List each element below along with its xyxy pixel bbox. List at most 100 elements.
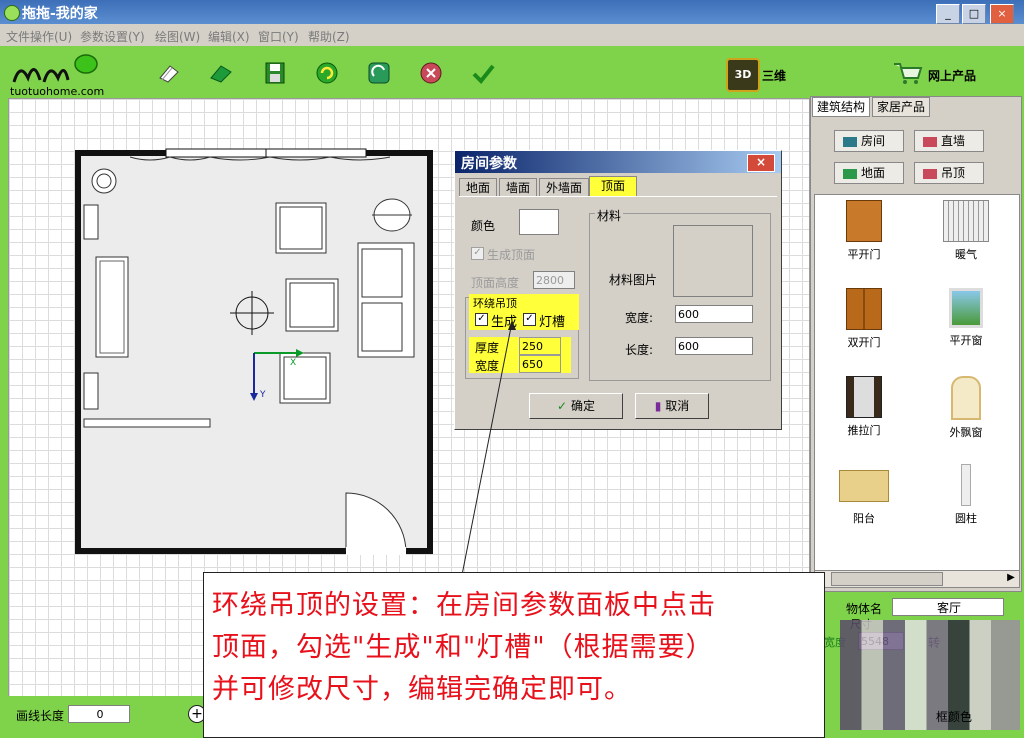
color-swatch[interactable] xyxy=(519,209,559,235)
save-icon[interactable] xyxy=(262,60,288,86)
three-d-label[interactable]: 三维 xyxy=(762,67,786,84)
dialog-title: 房间参数 xyxy=(461,156,517,172)
check-icon: ✓ xyxy=(557,399,568,413)
new-icon[interactable] xyxy=(156,60,182,86)
delete-icon[interactable] xyxy=(418,60,444,86)
tab-wall[interactable]: 墙面 xyxy=(499,178,537,197)
three-d-button[interactable]: 3D xyxy=(726,58,760,92)
window-icon xyxy=(949,288,983,328)
brand-site: tuotuohome.com xyxy=(10,85,105,98)
tab-exterior-wall[interactable]: 外墙面 xyxy=(539,178,589,197)
cancel-label: 取消 xyxy=(665,399,690,413)
material-width-label: 宽度: xyxy=(625,311,654,325)
catalog-item-bay-window[interactable]: 外飘窗 xyxy=(926,376,1006,440)
menu-file[interactable]: 文件操作(U) xyxy=(6,28,72,45)
app-icon xyxy=(4,5,20,21)
floor-label: 地面 xyxy=(861,166,886,180)
color-label: 颜色 xyxy=(471,219,496,233)
wall-icon xyxy=(923,136,937,147)
tab-floor[interactable]: 地面 xyxy=(459,178,497,197)
floor-button[interactable]: 地面 xyxy=(834,162,904,184)
tab-home-products[interactable]: 家居产品 xyxy=(872,97,930,117)
material-image[interactable] xyxy=(673,225,753,297)
line-length-field[interactable]: 0 xyxy=(68,705,130,723)
object-name-label: 物体名 xyxy=(846,602,883,616)
cart-icon[interactable] xyxy=(892,60,924,86)
pixelated-area xyxy=(840,620,1020,730)
object-name-field[interactable]: 客厅 xyxy=(892,598,1004,616)
menu-params[interactable]: 参数设置(Y) xyxy=(80,28,145,45)
catalog-scrollbar[interactable]: ▶ xyxy=(814,570,1020,588)
catalog-item-column[interactable]: 圆柱 xyxy=(926,464,1006,526)
material-length-label: 长度: xyxy=(625,343,654,357)
bay-window-icon xyxy=(951,376,981,420)
catalog-label: 双开门 xyxy=(847,336,881,349)
sliding-door-icon xyxy=(846,376,882,418)
title-bar xyxy=(0,0,1024,24)
catalog-label: 平开窗 xyxy=(949,334,983,347)
catalog-item-balcony[interactable]: 阳台 xyxy=(824,464,904,526)
ceiling-icon xyxy=(923,168,937,179)
scrollbar-thumb[interactable] xyxy=(831,572,943,586)
room-label: 房间 xyxy=(861,134,886,148)
menu-edit[interactable]: 编辑(X) xyxy=(208,28,250,45)
catalog-item-sliding-door[interactable]: 推拉门 xyxy=(824,376,904,438)
menu-help[interactable]: 帮助(Z) xyxy=(308,28,350,45)
redo-icon[interactable] xyxy=(366,60,392,86)
double-door-icon xyxy=(846,288,882,330)
ok-label: 确定 xyxy=(570,399,595,413)
catalog-item-double-door[interactable]: 双开门 xyxy=(824,288,904,350)
scroll-right-icon[interactable]: ▶ xyxy=(1005,572,1017,584)
material-group-label: 材料 xyxy=(595,207,624,224)
balcony-icon xyxy=(839,470,889,502)
annotation-box: 环绕吊顶的设置：在房间参数面板中点击 顶面，勾选"生成"和"灯槽"（根据需要） … xyxy=(203,572,825,738)
catalog-item-swing-door[interactable]: 平开门 xyxy=(824,200,904,262)
cancel-button[interactable]: ▮ 取消 xyxy=(635,393,709,419)
window-title: 拖拖-我的家 xyxy=(22,6,98,22)
brand-logo xyxy=(10,54,98,84)
wall-label: 直墙 xyxy=(941,134,966,148)
catalog-label: 暖气 xyxy=(955,248,977,261)
close-button[interactable]: × xyxy=(990,4,1014,24)
catalog-label: 平开门 xyxy=(847,248,881,261)
room-icon xyxy=(843,136,857,147)
catalog-item-casement-window[interactable]: 平开窗 xyxy=(926,288,1006,348)
floor-plan[interactable]: X Y xyxy=(70,145,470,565)
column-icon xyxy=(961,464,971,506)
tab-building-structure[interactable]: 建筑结构 xyxy=(812,97,870,117)
catalog-label: 推拉门 xyxy=(847,424,881,437)
dialog-close-button[interactable]: × xyxy=(747,154,775,172)
axis-x-label: X xyxy=(290,358,296,368)
catalog-label: 阳台 xyxy=(853,512,875,525)
menu-draw[interactable]: 绘图(W) xyxy=(155,28,200,45)
catalog-item-radiator[interactable]: 暖气 xyxy=(926,200,1006,262)
tab-divider xyxy=(459,196,777,197)
tab-ceiling[interactable]: 顶面 xyxy=(589,176,637,197)
ceiling-height-field[interactable]: 2800 xyxy=(533,271,575,289)
menu-window[interactable]: 窗口(Y) xyxy=(258,28,299,45)
confirm-icon[interactable] xyxy=(470,60,496,86)
undo-icon[interactable] xyxy=(314,60,340,86)
ceiling-button[interactable]: 吊顶 xyxy=(914,162,984,184)
material-width-field[interactable]: 600 xyxy=(675,305,753,323)
line-length-label: 画线长度 xyxy=(16,709,65,723)
material-length-field[interactable]: 600 xyxy=(675,337,753,355)
open-icon[interactable] xyxy=(208,60,234,86)
material-image-label: 材料图片 xyxy=(609,273,658,287)
catalog-label: 外飘窗 xyxy=(949,426,983,439)
minimize-button[interactable]: _ xyxy=(936,4,960,24)
axis-y-label: Y xyxy=(259,390,266,400)
ceiling-label: 吊顶 xyxy=(941,166,966,180)
generate-ceiling-label: 生成顶面 xyxy=(487,248,536,262)
room-button[interactable]: 房间 xyxy=(834,130,904,152)
door-icon xyxy=(846,200,882,242)
online-products-label[interactable]: 网上产品 xyxy=(928,67,976,84)
annotation-line-1: 环绕吊顶的设置：在房间参数面板中点击 xyxy=(212,590,716,621)
annotation-pointer xyxy=(461,320,516,576)
toolbar xyxy=(0,46,1024,98)
wall-button[interactable]: 直墙 xyxy=(914,130,984,152)
maximize-button[interactable]: □ xyxy=(962,4,986,24)
exit-icon: ▮ xyxy=(654,399,662,413)
generate-ceiling-checkbox[interactable]: ✓ xyxy=(471,247,484,260)
frame-color-label: 框颜色 xyxy=(936,710,973,724)
